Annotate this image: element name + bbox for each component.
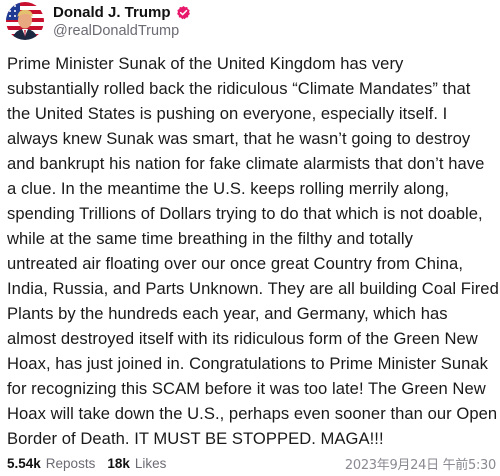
likes-label: Likes <box>134 455 167 471</box>
reposts-label: Reposts <box>45 455 96 471</box>
post-card: Donald J. Trump @realDonaldTrump Prime M… <box>0 0 500 476</box>
post-footer: 5.54k Reposts 18k Likes 2023年9月24日 午前5:3… <box>7 453 496 473</box>
reposts-count: 5.54k <box>7 455 41 471</box>
likes-stat[interactable]: 18k Likes <box>107 456 166 471</box>
avatar[interactable] <box>6 2 44 40</box>
post-header: Donald J. Trump @realDonaldTrump <box>6 2 191 40</box>
author-display-name[interactable]: Donald J. Trump <box>53 4 171 21</box>
post-body-text: Prime Minister Sunak of the United Kingd… <box>7 54 499 448</box>
author-handle[interactable]: @realDonaldTrump <box>53 23 191 39</box>
author-names: Donald J. Trump @realDonaldTrump <box>53 3 191 39</box>
post-timestamp[interactable]: 2023年9月24日 午前5:30 <box>345 454 496 473</box>
avatar-portrait-icon <box>6 2 44 40</box>
reposts-stat[interactable]: 5.54k Reposts <box>7 456 95 471</box>
verified-badge-icon <box>176 5 191 20</box>
display-name-row: Donald J. Trump <box>53 3 191 22</box>
likes-count: 18k <box>107 455 130 471</box>
